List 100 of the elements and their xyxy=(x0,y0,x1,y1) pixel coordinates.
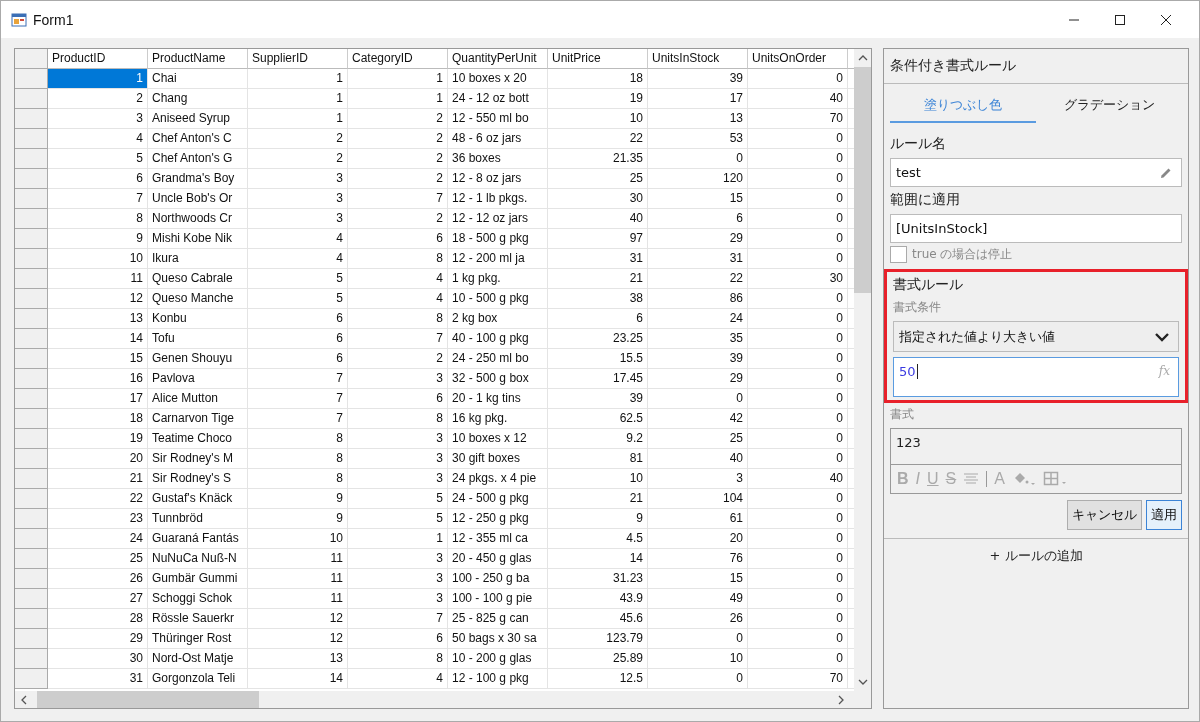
row-header[interactable] xyxy=(15,529,48,549)
borders-icon[interactable] xyxy=(1042,471,1069,487)
column-header[interactable]: UnitPrice xyxy=(548,49,648,69)
table-cell: 2 xyxy=(248,149,348,169)
column-header[interactable]: UnitsInStock xyxy=(648,49,748,69)
table-cell: 2 xyxy=(348,109,448,129)
row-header[interactable] xyxy=(15,189,48,209)
row-header[interactable] xyxy=(15,229,48,249)
row-header[interactable] xyxy=(15,389,48,409)
scroll-right-icon[interactable] xyxy=(836,694,846,705)
scroll-down-icon[interactable] xyxy=(857,677,868,687)
row-header[interactable] xyxy=(15,629,48,649)
table-cell: 0 xyxy=(748,609,848,629)
table-cell: 8 xyxy=(348,309,448,329)
table-cell: 10 xyxy=(548,469,648,489)
table-cell: 15 xyxy=(648,569,748,589)
row-header[interactable] xyxy=(15,429,48,449)
vertical-scrollbar[interactable] xyxy=(854,49,871,691)
row-header[interactable] xyxy=(15,289,48,309)
table-cell: 4.5 xyxy=(548,529,648,549)
table-cell: 0 xyxy=(748,549,848,569)
table-cell: 10 boxes x 20 xyxy=(448,69,548,89)
row-header[interactable] xyxy=(15,469,48,489)
row-header[interactable] xyxy=(15,449,48,469)
add-rule-button[interactable]: + ルールの追加 xyxy=(884,538,1188,573)
row-header[interactable] xyxy=(15,509,48,529)
value-input-field[interactable]: 50 fx xyxy=(893,357,1179,397)
row-header[interactable] xyxy=(15,369,48,389)
table-cell: 7 xyxy=(48,189,148,209)
table-cell: 2 xyxy=(348,349,448,369)
row-header[interactable] xyxy=(15,349,48,369)
column-header[interactable]: QuantityPerUnit xyxy=(448,49,548,69)
row-header[interactable] xyxy=(15,569,48,589)
dialog-button[interactable]: キャンセル xyxy=(1067,500,1142,530)
table-cell: 1 xyxy=(348,529,448,549)
column-header[interactable]: ProductID xyxy=(48,49,148,69)
input-field[interactable]: test xyxy=(890,158,1182,187)
row-header[interactable] xyxy=(15,649,48,669)
row-header[interactable] xyxy=(15,89,48,109)
row-header[interactable] xyxy=(15,589,48,609)
row-header[interactable] xyxy=(15,489,48,509)
table-cell: 1 xyxy=(48,69,148,89)
table-cell: 29 xyxy=(48,629,148,649)
table-cell: Chef Anton's G xyxy=(148,149,248,169)
table-cell: 3 xyxy=(348,369,448,389)
column-header[interactable]: UnitsOnOrder xyxy=(748,49,848,69)
scroll-up-icon[interactable] xyxy=(857,53,868,63)
row-header[interactable] xyxy=(15,149,48,169)
row-header[interactable] xyxy=(15,69,48,89)
table-cell: 9 xyxy=(248,509,348,529)
row-header[interactable] xyxy=(15,249,48,269)
checkbox[interactable] xyxy=(890,246,907,263)
field-label: 範囲に適用 xyxy=(890,191,961,209)
table-cell: 0 xyxy=(748,649,848,669)
table-cell: 36 boxes xyxy=(448,149,548,169)
table-cell: Queso Cabrale xyxy=(148,269,248,289)
condition-dropdown[interactable]: 指定された値より大きい値 xyxy=(893,321,1179,352)
table-cell: 39 xyxy=(648,69,748,89)
scroll-left-icon[interactable] xyxy=(19,694,29,705)
close-icon[interactable] xyxy=(1160,13,1172,26)
table-cell: Teatime Choco xyxy=(148,429,248,449)
table-cell: 25 xyxy=(548,169,648,189)
row-header[interactable] xyxy=(15,269,48,289)
row-header[interactable] xyxy=(15,609,48,629)
scrollbar-thumb[interactable] xyxy=(854,67,871,293)
align-icon[interactable] xyxy=(963,472,980,486)
row-header[interactable] xyxy=(15,109,48,129)
table-cell: 3 xyxy=(348,429,448,449)
table-cell: 25 xyxy=(648,429,748,449)
horizontal-scrollbar[interactable] xyxy=(15,691,871,708)
table-cell: 7 xyxy=(248,389,348,409)
table-cell: 21 xyxy=(548,489,648,509)
row-header[interactable] xyxy=(15,409,48,429)
table-cell: 70 xyxy=(748,109,848,129)
row-header[interactable] xyxy=(15,209,48,229)
table-cell: 70 xyxy=(748,669,848,689)
row-header[interactable] xyxy=(15,169,48,189)
row-header[interactable] xyxy=(15,549,48,569)
row-header[interactable] xyxy=(15,309,48,329)
row-header[interactable] xyxy=(15,669,48,689)
tab[interactable]: 塗りつぶし色 xyxy=(890,90,1036,123)
table-cell: 18 - 500 g pkg xyxy=(448,229,548,249)
table-cell: 14 xyxy=(548,549,648,569)
row-header[interactable] xyxy=(15,49,48,69)
input-field[interactable]: [UnitsInStock] xyxy=(890,214,1182,243)
scrollbar-thumb[interactable] xyxy=(37,691,259,708)
table-cell: 48 - 6 oz jars xyxy=(448,129,548,149)
row-header[interactable] xyxy=(15,129,48,149)
column-header[interactable]: CategoryID xyxy=(348,49,448,69)
table-cell: 8 xyxy=(348,249,448,269)
tab[interactable]: グラデーション xyxy=(1036,90,1182,123)
table-cell: 7 xyxy=(248,409,348,429)
table-cell: 18 xyxy=(548,69,648,89)
column-header[interactable]: SupplierID xyxy=(248,49,348,69)
row-header[interactable] xyxy=(15,329,48,349)
maximize-icon[interactable] xyxy=(1114,13,1126,26)
dialog-button[interactable]: 適用 xyxy=(1146,500,1182,530)
table-cell: 29 xyxy=(648,369,748,389)
table-cell: 53 xyxy=(648,129,748,149)
column-header[interactable]: ProductName xyxy=(148,49,248,69)
